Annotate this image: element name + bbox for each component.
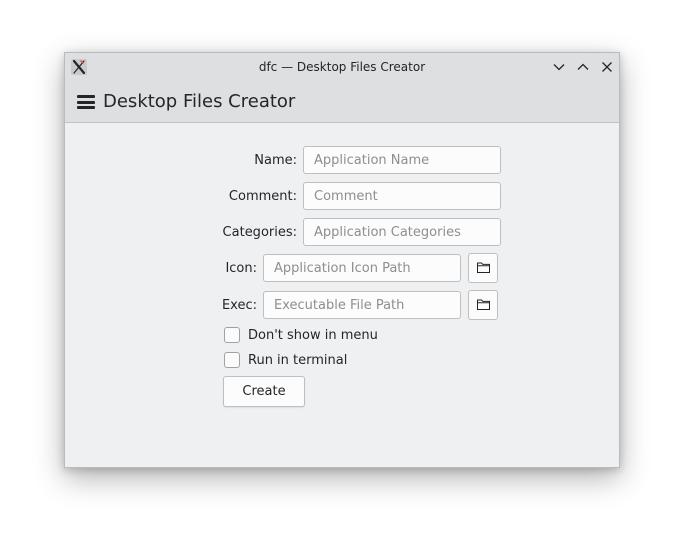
header-title: Desktop Files Creator <box>103 91 296 112</box>
run-in-terminal-label[interactable]: Run in terminal <box>248 353 347 369</box>
icon-path-input[interactable] <box>263 254 461 282</box>
name-label: Name: <box>254 153 297 168</box>
categories-input[interactable] <box>303 218 501 246</box>
window-title: dfc — Desktop Files Creator <box>258 60 426 74</box>
exec-label: Exec: <box>221 298 257 313</box>
titlebar[interactable]: dfc — Desktop Files Creator <box>65 53 619 82</box>
run-in-terminal-checkbox[interactable] <box>224 352 240 368</box>
comment-input[interactable] <box>303 182 501 210</box>
icon-label: Icon: <box>225 261 257 276</box>
dont-show-in-menu-label[interactable]: Don't show in menu <box>248 328 378 344</box>
app-window: dfc — Desktop Files Creator Desktop File… <box>64 52 620 468</box>
close-icon[interactable] <box>599 59 615 75</box>
app-header: Desktop Files Creator <box>65 82 619 123</box>
dont-show-in-menu-checkbox[interactable] <box>224 327 240 343</box>
comment-label: Comment: <box>228 189 297 204</box>
name-input[interactable] <box>303 146 501 174</box>
minimize-icon[interactable] <box>551 59 567 75</box>
hamburger-menu-icon[interactable] <box>77 95 95 109</box>
create-button[interactable]: Create <box>223 376 305 407</box>
maximize-icon[interactable] <box>575 59 591 75</box>
browse-exec-button[interactable] <box>468 290 498 320</box>
folder-icon <box>477 299 490 310</box>
folder-icon <box>477 262 490 273</box>
categories-label: Categories: <box>222 225 297 240</box>
browse-icon-button[interactable] <box>468 253 498 283</box>
exec-path-input[interactable] <box>263 291 461 319</box>
